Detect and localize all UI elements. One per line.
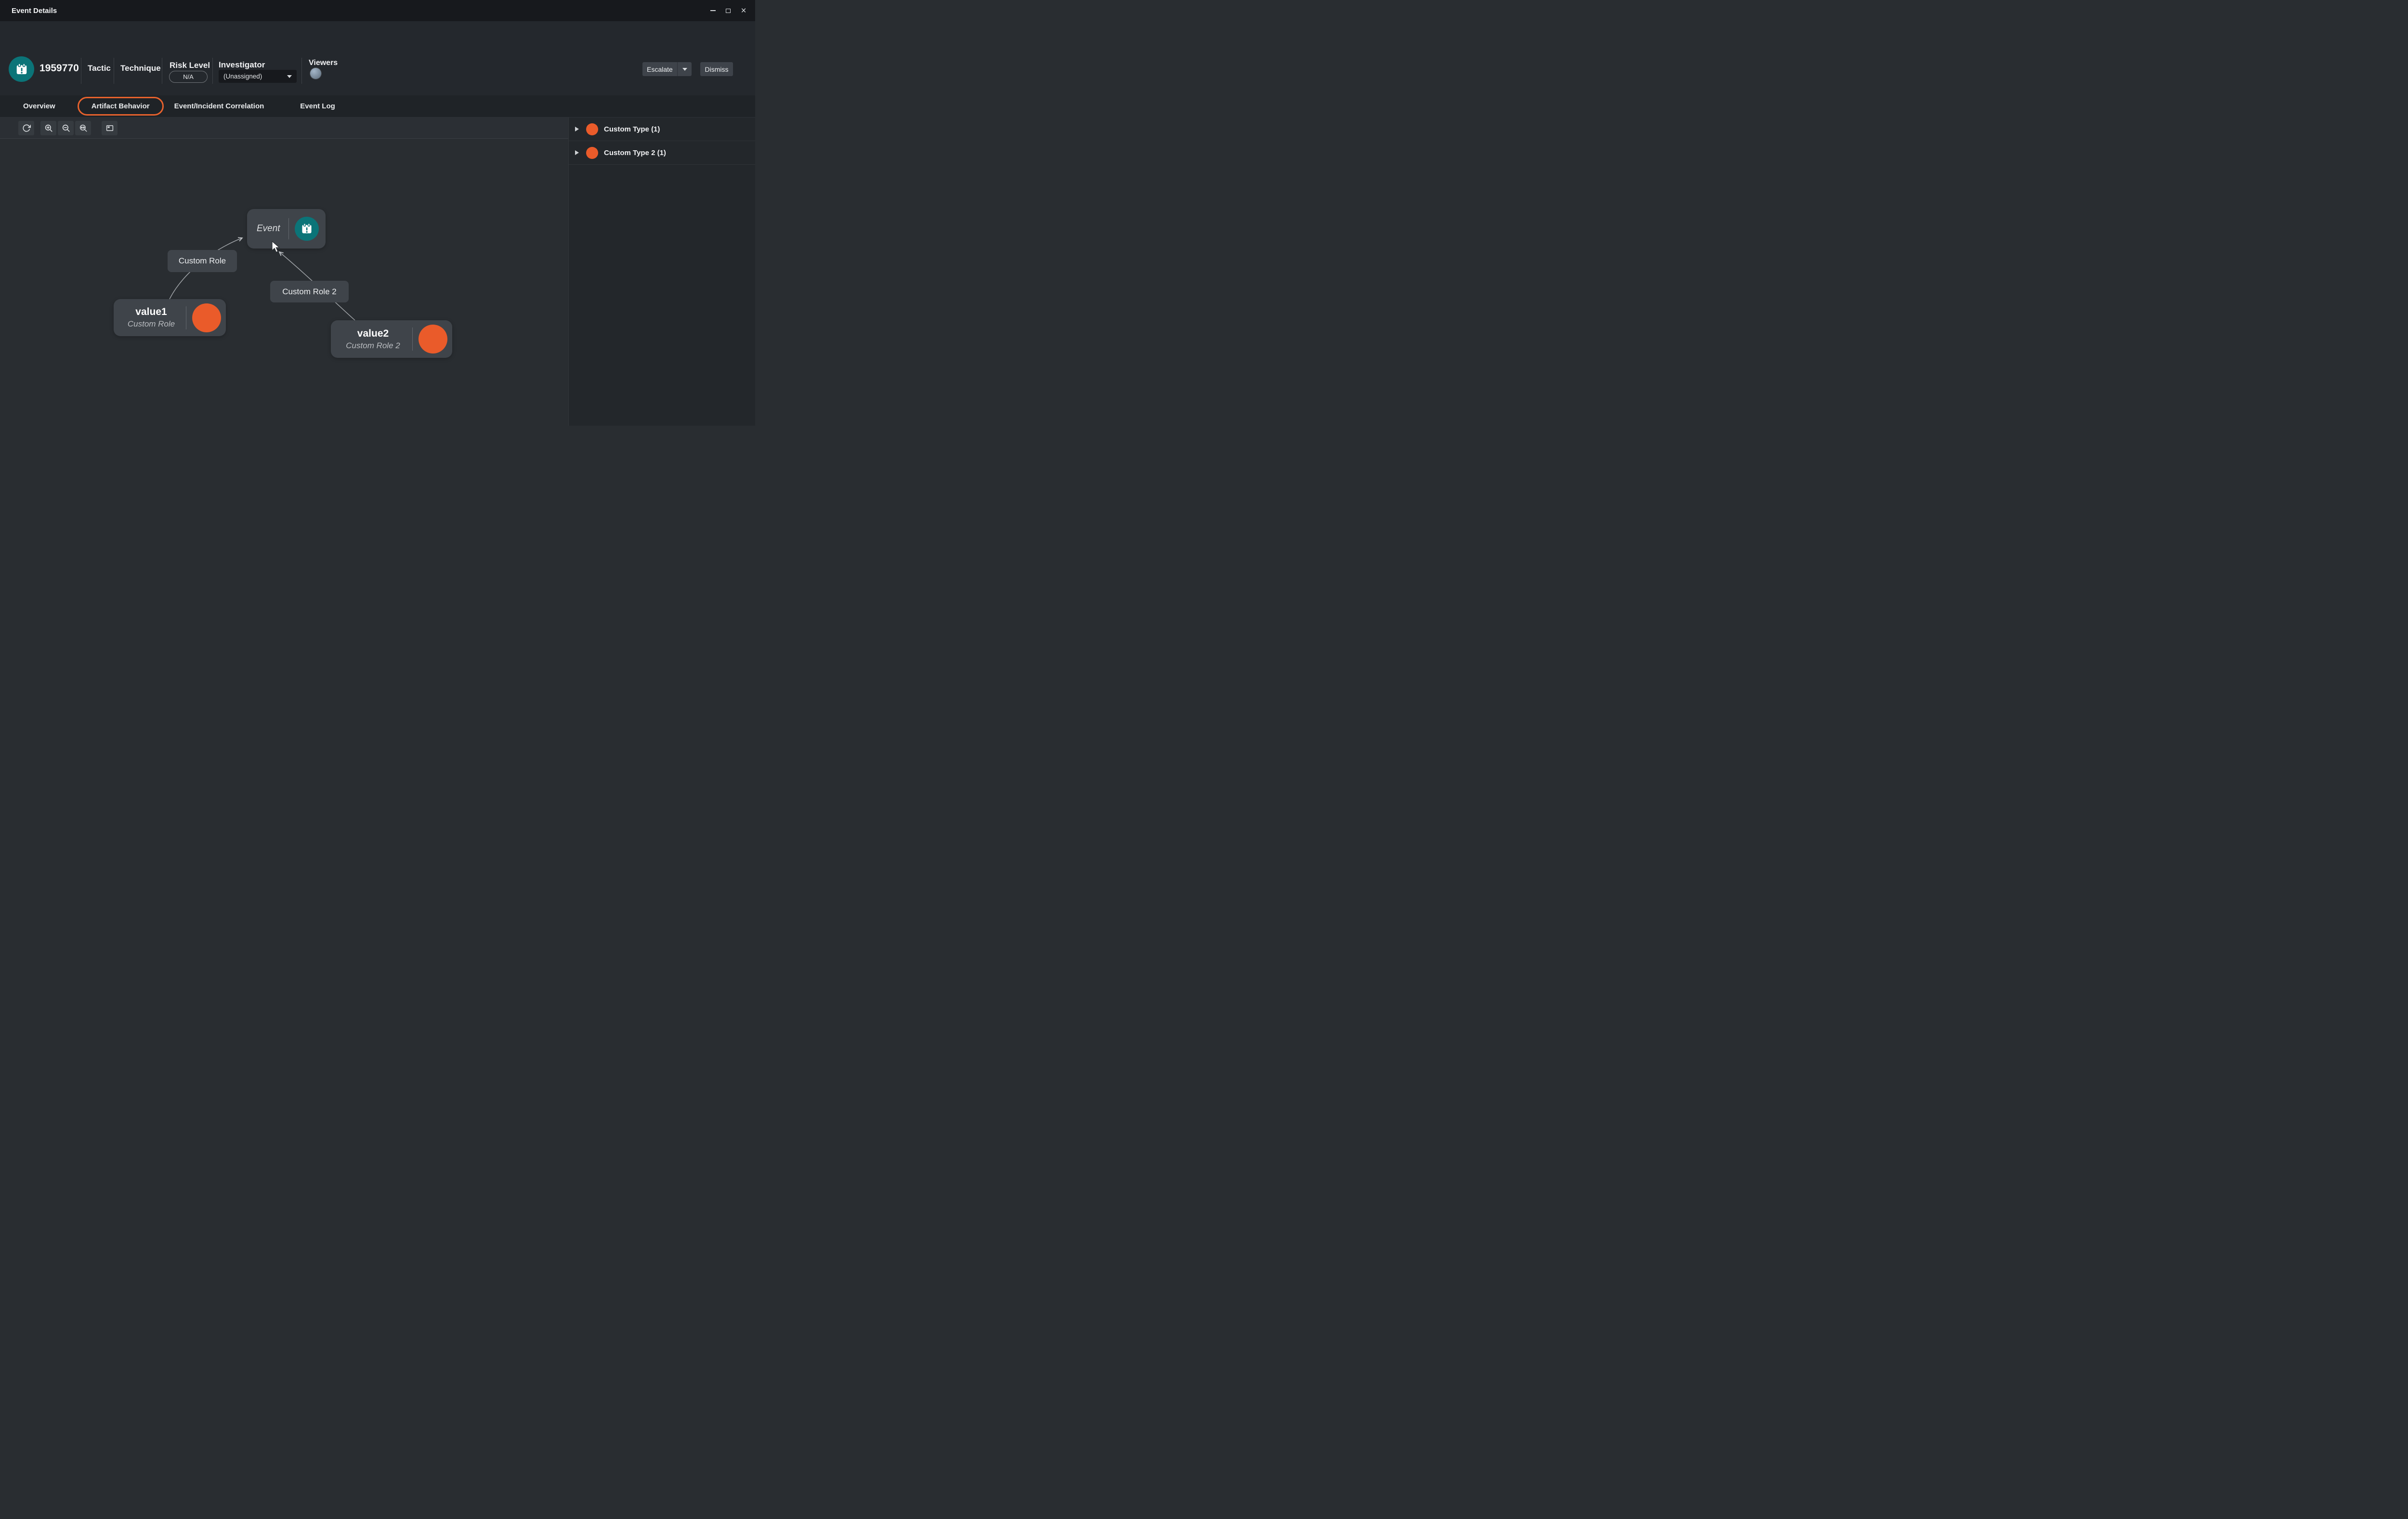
zoom-out-icon — [62, 124, 70, 132]
investigator-label: Investigator — [219, 60, 265, 70]
zoom-to-fit-button[interactable] — [75, 121, 91, 135]
edge-label-custom-role: Custom Role — [168, 250, 237, 272]
window-title: Event Details — [12, 7, 57, 15]
artifact-type-panel: Custom Type (1) Custom Type 2 (1) — [568, 118, 755, 426]
escalate-button[interactable]: Escalate — [642, 62, 677, 76]
tab-event-log[interactable]: Event Log — [300, 102, 335, 110]
event-id: 1959770 — [39, 63, 79, 74]
event-header: 1959770 Tactic Technique Risk Level N/A … — [0, 21, 755, 95]
artifact-node-text: value1 Custom Role — [114, 306, 186, 329]
refresh-icon — [22, 124, 31, 132]
event-node-calendar-icon — [295, 217, 319, 241]
investigator-selected-value: (Unassigned) — [223, 73, 262, 80]
node-divider — [412, 327, 413, 351]
viewers-label: Viewers — [309, 59, 338, 67]
graph-toolbar — [0, 118, 568, 139]
zoom-in-button[interactable] — [40, 121, 56, 135]
risk-level-badge: N/A — [169, 71, 208, 83]
artifact-type-group-custom-type-2[interactable]: Custom Type 2 (1) — [569, 141, 755, 165]
node-divider — [288, 218, 289, 239]
artifact-type-group-custom-type[interactable]: Custom Type (1) — [569, 118, 755, 141]
chevron-down-icon — [682, 68, 687, 71]
chevron-down-icon — [287, 75, 292, 78]
viewer-avatar — [310, 68, 321, 79]
dismiss-button[interactable]: Dismiss — [700, 62, 733, 76]
minimize-icon — [710, 10, 716, 11]
technique-label: Technique — [120, 64, 161, 73]
artifact-value: value2 — [334, 328, 412, 340]
mouse-cursor — [271, 241, 282, 256]
tab-overview[interactable]: Overview — [23, 102, 55, 110]
event-node-label: Event — [257, 223, 286, 234]
tab-bar: Overview Artifact Behavior Event/Inciden… — [0, 95, 755, 118]
artifact-behavior-graph-canvas[interactable]: Custom Role Custom Role 2 Event value1 C… — [0, 139, 568, 426]
artifact-type-group-label: Custom Type 2 (1) — [604, 149, 666, 157]
expand-caret-icon[interactable] — [575, 127, 579, 131]
event-node[interactable]: Event — [247, 209, 326, 249]
tactic-label: Tactic — [88, 64, 111, 73]
zoom-out-button[interactable] — [58, 121, 74, 135]
reset-view-button[interactable] — [18, 121, 34, 135]
custom-type-2-color-dot — [586, 147, 598, 159]
event-calendar-icon — [9, 56, 34, 82]
artifact-node-value2[interactable]: value2 Custom Role 2 — [331, 320, 452, 358]
header-separator — [212, 58, 213, 84]
artifact-type-dot — [419, 325, 447, 354]
zoom-in-icon — [44, 124, 53, 132]
title-bar: Event Details × — [0, 0, 755, 21]
zoom-to-fit-icon — [79, 124, 88, 132]
artifact-node-value1[interactable]: value1 Custom Role — [114, 299, 226, 336]
minimap-icon — [105, 124, 114, 132]
minimap-toggle-button[interactable] — [102, 121, 118, 135]
calendar-alert-icon — [15, 63, 28, 76]
artifact-type-group-label: Custom Type (1) — [604, 125, 660, 133]
maximize-button[interactable] — [720, 3, 736, 18]
close-icon: × — [741, 6, 746, 15]
minimize-button[interactable] — [705, 3, 720, 18]
header-separator — [301, 58, 302, 84]
tab-artifact-behavior[interactable]: Artifact Behavior — [78, 97, 164, 116]
artifact-role: Custom Role — [117, 319, 186, 329]
artifact-value: value1 — [117, 306, 186, 318]
calendar-alert-icon — [301, 223, 313, 235]
maximize-icon — [726, 9, 731, 13]
window-controls: × — [705, 3, 751, 18]
expand-caret-icon[interactable] — [575, 150, 579, 155]
risk-level-label: Risk Level — [170, 61, 210, 70]
close-button[interactable]: × — [736, 3, 751, 18]
header-actions: Escalate Dismiss — [642, 62, 733, 76]
investigator-dropdown[interactable]: (Unassigned) — [219, 70, 297, 83]
custom-type-color-dot — [586, 123, 598, 135]
tab-event-incident-correlation[interactable]: Event/Incident Correlation — [174, 102, 264, 110]
artifact-role: Custom Role 2 — [334, 341, 412, 351]
escalate-options-button[interactable] — [677, 62, 692, 76]
edge-label-custom-role-2: Custom Role 2 — [270, 281, 349, 302]
artifact-node-text: value2 Custom Role 2 — [331, 328, 412, 351]
artifact-type-dot — [192, 303, 221, 332]
cursor-arrow-icon — [271, 241, 282, 253]
